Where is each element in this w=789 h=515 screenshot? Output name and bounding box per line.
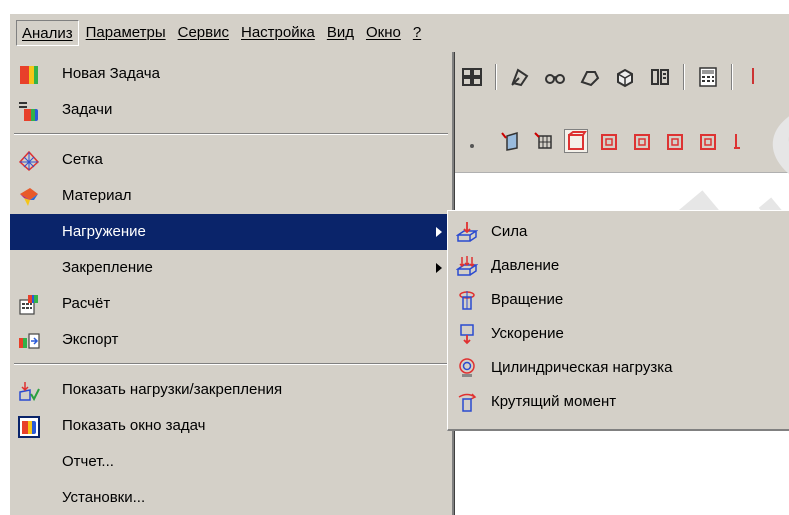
solid-icon[interactable] xyxy=(613,65,637,89)
torque-icon xyxy=(456,391,478,413)
analysis-menu: Новая Задача Задачи Сетка Материал Нагру… xyxy=(10,52,454,515)
submenu-arrow-icon xyxy=(436,227,442,237)
menu-item-tasks[interactable]: Задачи xyxy=(10,92,452,128)
load-box-icon[interactable] xyxy=(630,129,654,153)
menu-item-export[interactable]: Экспорт xyxy=(10,322,452,358)
show-loads-icon xyxy=(18,380,40,402)
menu-view[interactable]: Вид xyxy=(322,20,359,46)
rotation-icon xyxy=(456,289,478,311)
toolbar-separator xyxy=(731,64,733,90)
arrow-down-icon[interactable] xyxy=(744,65,768,89)
loading-submenu: Сила Давление Вращение Ускорение Цилиндр… xyxy=(447,210,789,431)
menubar: Анализ Параметры Сервис Настройка Вид Ок… xyxy=(10,14,789,52)
menu-item-label: Показать окно задач xyxy=(62,417,206,434)
menu-item-label: Новая Задача xyxy=(62,65,160,82)
pressure-icon xyxy=(455,255,479,277)
submenu-item-torque[interactable]: Крутящий момент xyxy=(448,385,789,419)
fix-grid-icon[interactable] xyxy=(531,129,555,153)
load-box-icon[interactable] xyxy=(663,129,687,153)
load-box-icon[interactable] xyxy=(597,129,621,153)
menu-item-label: Экспорт xyxy=(62,331,119,348)
submenu-item-pressure[interactable]: Давление xyxy=(448,249,789,283)
menu-item-label: Закрепление xyxy=(62,259,153,276)
menu-item-label: Задачи xyxy=(62,101,113,118)
menu-item-mesh[interactable]: Сетка xyxy=(10,142,452,178)
fix-face-icon[interactable] xyxy=(498,129,522,153)
submenu-item-label: Крутящий момент xyxy=(491,393,617,410)
force-icon xyxy=(455,221,479,243)
submenu-item-rotation[interactable]: Вращение xyxy=(448,283,789,317)
tasks-icon xyxy=(18,100,40,122)
toolbar-top xyxy=(460,60,768,94)
menu-window[interactable]: Окно xyxy=(361,20,406,46)
spec-icon[interactable] xyxy=(648,65,672,89)
menu-item-loading[interactable]: Нагружение xyxy=(10,214,452,250)
menu-item-label: Отчет... xyxy=(62,453,114,470)
menu-item-material[interactable]: Материал xyxy=(10,178,452,214)
new-task-icon xyxy=(18,64,40,86)
submenu-item-force[interactable]: Сила xyxy=(448,215,789,249)
load-box-icon[interactable] xyxy=(729,129,753,153)
dot-icon[interactable] xyxy=(465,129,489,153)
menu-item-label: Нагружение xyxy=(62,223,146,240)
menu-item-label: Сетка xyxy=(62,151,103,168)
submenu-item-label: Цилиндрическая нагрузка xyxy=(491,359,673,376)
menu-item-label: Материал xyxy=(62,187,132,204)
part-icon[interactable] xyxy=(578,65,602,89)
show-tasks-window-icon xyxy=(18,416,40,438)
menu-item-report[interactable]: Отчет... xyxy=(10,444,452,480)
toolbar-bottom xyxy=(465,124,753,158)
submenu-item-label: Давление xyxy=(491,257,560,274)
menu-item-label: Расчёт xyxy=(62,295,111,312)
submenu-arrow-icon xyxy=(436,263,442,273)
submenu-item-label: Ускорение xyxy=(491,325,564,342)
menu-separator xyxy=(14,133,448,135)
menu-item-new-task[interactable]: Новая Задача xyxy=(10,56,452,92)
load-box-icon[interactable] xyxy=(564,129,588,153)
menu-help[interactable]: ? xyxy=(408,20,426,46)
menu-item-fixing[interactable]: Закрепление xyxy=(10,250,452,286)
load-box-icon[interactable] xyxy=(696,129,720,153)
menu-item-label: Установки... xyxy=(62,489,146,506)
toolbar-separator xyxy=(683,64,685,90)
menu-analysis[interactable]: Анализ xyxy=(16,20,79,46)
menu-service[interactable]: Сервис xyxy=(173,20,234,46)
calculate-icon xyxy=(18,294,40,316)
menu-item-settings[interactable]: Установки... xyxy=(10,480,452,515)
calculator-icon[interactable] xyxy=(696,65,720,89)
glasses-icon[interactable] xyxy=(543,65,567,89)
mesh-icon xyxy=(18,150,40,172)
material-icon xyxy=(18,186,40,208)
submenu-item-acceleration[interactable]: Ускорение xyxy=(448,317,789,351)
menu-item-calculate[interactable]: Расчёт xyxy=(10,286,452,322)
acceleration-icon xyxy=(456,323,478,345)
sketch-icon[interactable] xyxy=(508,65,532,89)
menu-settings[interactable]: Настройка xyxy=(236,20,320,46)
menu-item-show-loads[interactable]: Показать нагрузки/закрепления xyxy=(10,372,452,408)
cylindrical-load-icon xyxy=(456,357,478,379)
submenu-item-cylindrical-load[interactable]: Цилиндрическая нагрузка xyxy=(448,351,789,385)
menu-parameters[interactable]: Параметры xyxy=(81,20,171,46)
menu-separator xyxy=(14,363,448,365)
grid-icon[interactable] xyxy=(460,65,484,89)
toolbar-separator xyxy=(495,64,497,90)
export-icon xyxy=(18,330,40,352)
menu-item-label: Показать нагрузки/закрепления xyxy=(62,381,283,398)
menu-item-show-tasks-window[interactable]: Показать окно задач xyxy=(10,408,452,444)
submenu-item-label: Вращение xyxy=(491,291,564,308)
submenu-item-label: Сила xyxy=(491,223,528,240)
